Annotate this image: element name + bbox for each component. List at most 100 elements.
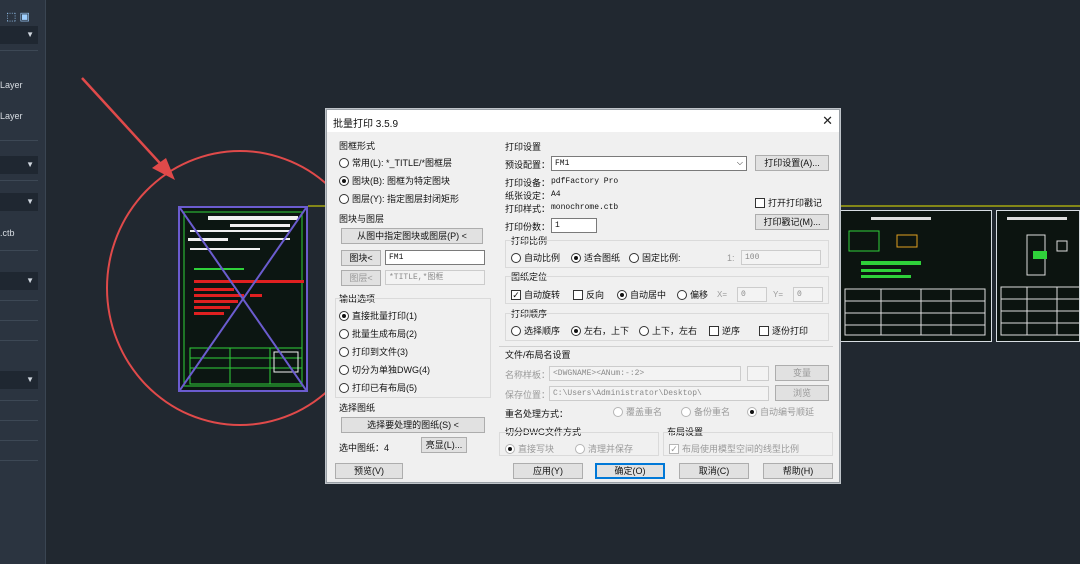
preview-button[interactable]: 预览(V) — [335, 463, 403, 479]
radio-icon — [339, 328, 349, 339]
order-option-tb-lr[interactable]: 上下，左右 — [639, 324, 697, 337]
ok-button[interactable]: 确定(O) — [595, 463, 665, 479]
cancel-button[interactable]: 取消(C) — [679, 463, 749, 479]
browse-button[interactable]: 浏览 — [775, 385, 829, 401]
divider — [499, 346, 833, 347]
rename-option-backup[interactable]: 备份重名 — [681, 405, 730, 418]
radio-icon — [613, 406, 623, 417]
apply-button[interactable]: 应用(Y) — [513, 463, 583, 479]
layer-name-input[interactable]: *TITLE,*图框 — [385, 270, 485, 285]
output-option-split-dwg[interactable]: 切分为单独DWG(4) — [339, 363, 430, 376]
radio-checked-icon — [339, 310, 349, 321]
preset-select[interactable]: FM1 ⌵ — [551, 156, 747, 171]
block-pick-button[interactable]: 图块< — [341, 250, 381, 266]
output-option-direct-print[interactable]: 直接批量打印(1) — [339, 309, 417, 322]
reverse-checkbox[interactable]: 反向 — [573, 288, 604, 301]
ratio-label: 1: — [727, 253, 735, 263]
drawing-sheet[interactable] — [996, 210, 1080, 342]
order-option-selection[interactable]: 选择顺序 — [511, 324, 560, 337]
open-print-log-checkbox[interactable]: 打开打印戳记 — [755, 196, 822, 209]
output-option-existing-layouts[interactable]: 打印已有布局(5) — [339, 381, 417, 394]
paper-value: A4 — [551, 190, 561, 199]
save-location-label: 保存位置： — [505, 390, 551, 400]
save-location-input[interactable]: C:\Users\Administrator\Desktop\ — [549, 386, 769, 401]
select-drawings-title: 选择图纸 — [339, 403, 376, 413]
scale-option-fixed[interactable]: 固定比例: — [629, 251, 681, 264]
offset-y-input[interactable]: 0 — [793, 287, 823, 302]
file-layout-title: 文件/布局名设置 — [505, 350, 571, 360]
radio-icon — [677, 289, 687, 300]
check-icon: ✓ — [511, 289, 521, 300]
rename-option-autonumber[interactable]: 自动编号顺延 — [747, 405, 814, 418]
order-option-lr-tb[interactable]: 左右，上下 — [571, 324, 629, 337]
print-settings-title: 打印设置 — [505, 142, 542, 152]
device-value: pdfFactory Pro — [551, 177, 619, 186]
radio-icon — [339, 193, 349, 204]
split-option-write-block[interactable]: 直接写块 — [505, 442, 554, 455]
style-label: 打印样式： — [505, 204, 551, 214]
radio-icon — [339, 157, 349, 168]
checkbox-icon — [759, 325, 769, 336]
checkbox-icon — [755, 197, 765, 208]
radio-icon — [511, 252, 521, 263]
paper-label: 纸张设定： — [505, 191, 551, 201]
output-option-to-file[interactable]: 打印到文件(3) — [339, 345, 408, 358]
auto-rotate-checkbox[interactable]: ✓ 自动旋转 — [511, 288, 560, 301]
copies-input[interactable]: 1 — [551, 218, 597, 233]
cad-canvas[interactable]: ⬚ ▣ ▼ Layer Layer ▼ ▼ .ctb ▼ ▼ 批量打印 3.5.… — [0, 0, 1080, 564]
name-template-label: 名称样板： — [505, 370, 551, 380]
frame-form-option-block[interactable]: 图块(B): 图框为特定图块 — [339, 174, 450, 187]
block-layer-title: 图块与图层 — [339, 214, 385, 224]
dialog-titlebar[interactable]: 批量打印 3.5.9 ✕ — [327, 110, 839, 132]
name-template-extra[interactable] — [747, 366, 769, 381]
variable-button[interactable]: 变量 — [775, 365, 829, 381]
layer-pick-button[interactable]: 图层< — [341, 270, 381, 286]
selected-count: 选中图纸：4 — [339, 443, 390, 453]
radio-checked-icon — [571, 252, 581, 263]
check-icon: ✓ — [669, 443, 679, 454]
batch-print-dialog: 批量打印 3.5.9 ✕ 图框形式 常用(L): *_TITLE/*图框层 图块… — [326, 109, 840, 483]
scale-option-auto[interactable]: 自动比例 — [511, 251, 560, 264]
offset-x-label: X= — [717, 290, 728, 299]
offset-x-input[interactable]: 0 — [737, 287, 767, 302]
title-block-frame[interactable] — [178, 206, 308, 392]
model-linetype-checkbox[interactable]: ✓ 布局使用模型空间的线型比例 — [669, 442, 799, 455]
radio-icon — [629, 252, 639, 263]
ratio-input[interactable]: 100 — [741, 250, 821, 265]
pick-block-layer-button[interactable]: 从图中指定图块或图层(P) < — [341, 228, 483, 244]
copies-label: 打印份数： — [505, 222, 551, 232]
frame-form-option-common[interactable]: 常用(L): *_TITLE/*图框层 — [339, 156, 452, 169]
name-template-input[interactable]: <DWGNAME><ANum:-:2> — [549, 366, 741, 381]
print-settings-button[interactable]: 打印设置(A)... — [755, 155, 829, 171]
radio-checked-icon — [505, 443, 515, 454]
frame-contents — [180, 208, 306, 390]
offset-radio[interactable]: 偏移 — [677, 288, 708, 301]
rename-option-overwrite[interactable]: 覆盖重名 — [613, 405, 662, 418]
frame-form-title: 图框形式 — [339, 141, 376, 151]
split-option-purge-save[interactable]: 清理并保存 — [575, 442, 633, 455]
annotation-arrow — [81, 77, 169, 173]
sheet-contents — [1000, 217, 1080, 336]
radio-checked-icon — [571, 325, 581, 336]
drawing-sheet[interactable] — [840, 210, 992, 342]
radio-icon — [339, 364, 349, 375]
reverse-order-checkbox[interactable]: 逆序 — [709, 324, 740, 337]
preset-label: 预设配置： — [505, 160, 551, 170]
print-log-button[interactable]: 打印戳记(M)... — [755, 214, 829, 230]
output-option-layouts[interactable]: 批量生成布局(2) — [339, 327, 417, 340]
select-drawings-button[interactable]: 选择要处理的图纸(S) < — [341, 417, 485, 433]
scale-option-fit[interactable]: 适合图纸 — [571, 251, 620, 264]
page-by-page-checkbox[interactable]: 逐份打印 — [759, 324, 808, 337]
radio-icon — [339, 382, 349, 393]
radio-icon — [339, 346, 349, 357]
radio-checked-icon — [747, 406, 757, 417]
close-icon[interactable]: ✕ — [822, 113, 833, 129]
frame-form-option-layer[interactable]: 图层(Y): 指定图层封闭矩形 — [339, 192, 459, 205]
chevron-down-icon: ⌵ — [736, 159, 743, 168]
highlight-button[interactable]: 亮显(L)... — [421, 437, 467, 453]
auto-center-radio[interactable]: 自动居中 — [617, 288, 666, 301]
block-name-input[interactable]: FM1 — [385, 250, 485, 265]
help-button[interactable]: 帮助(H) — [763, 463, 833, 479]
checkbox-icon — [709, 325, 719, 336]
device-label: 打印设备： — [505, 178, 551, 188]
